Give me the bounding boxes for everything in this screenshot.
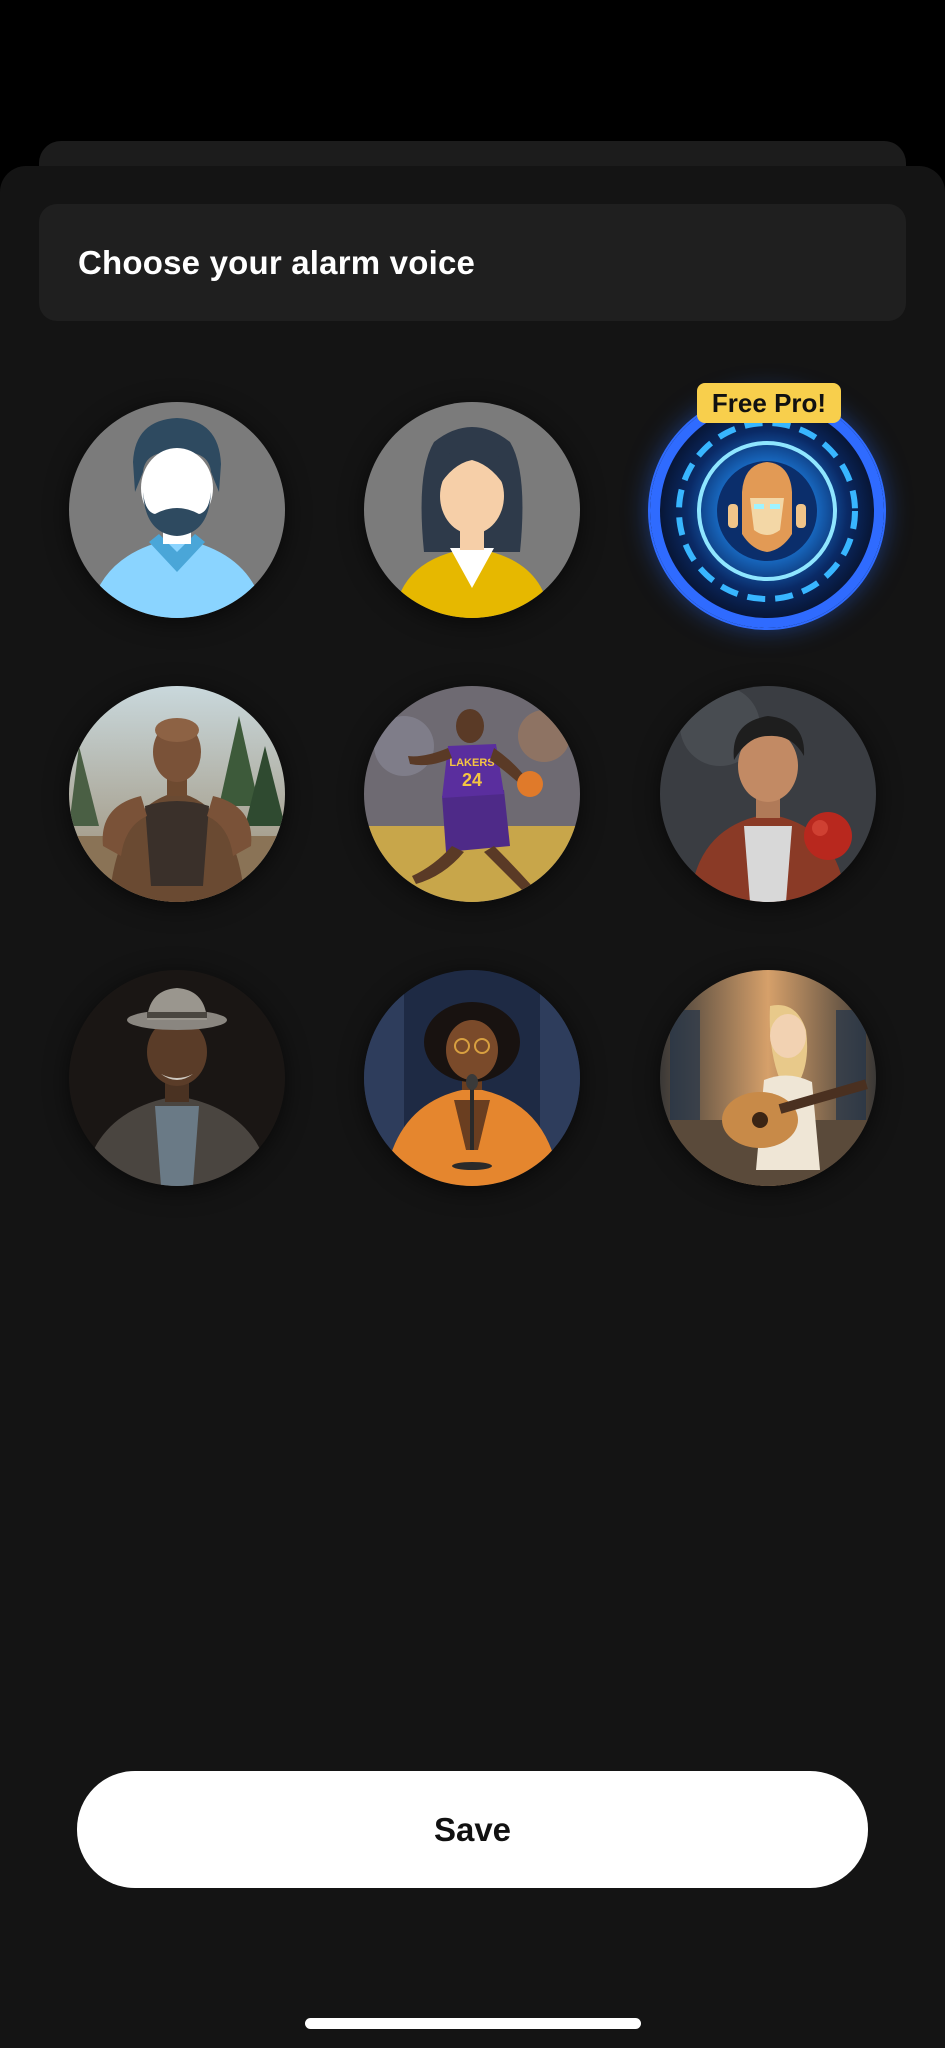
voice-option-athlete-runner[interactable] (69, 686, 285, 902)
male-avatar-icon (69, 402, 285, 618)
robot-icon (650, 394, 884, 628)
title-card: Choose your alarm voice (39, 204, 906, 321)
voice-option-boxer[interactable] (660, 686, 876, 902)
voice-option-woman-microphone[interactable] (364, 970, 580, 1186)
guitar-singer-portrait-image (660, 970, 876, 1186)
speaker-portrait-image (364, 970, 580, 1186)
free-pro-badge: Free Pro! (697, 383, 841, 423)
female-avatar-icon (364, 402, 580, 618)
svg-text:24: 24 (462, 770, 482, 790)
voice-option-guitar-singer[interactable] (660, 970, 876, 1186)
boxer-portrait-image (660, 686, 876, 902)
runner-portrait-image (69, 686, 285, 902)
svg-text:LAKERS: LAKERS (449, 757, 494, 769)
save-button[interactable]: Save (77, 1771, 868, 1888)
home-indicator[interactable] (305, 2018, 641, 2029)
voice-option-male-avatar[interactable] (69, 402, 285, 618)
voice-option-basketball-player[interactable]: LAKERS 24 (364, 686, 580, 902)
older-man-portrait-image (69, 970, 285, 1186)
voice-option-older-man-hat[interactable] (69, 970, 285, 1186)
voice-option-robot[interactable] (650, 394, 884, 628)
sheet-title: Choose your alarm voice (78, 243, 476, 281)
basketball-portrait-image: LAKERS 24 (364, 686, 580, 902)
voice-option-female-avatar[interactable] (364, 402, 580, 618)
